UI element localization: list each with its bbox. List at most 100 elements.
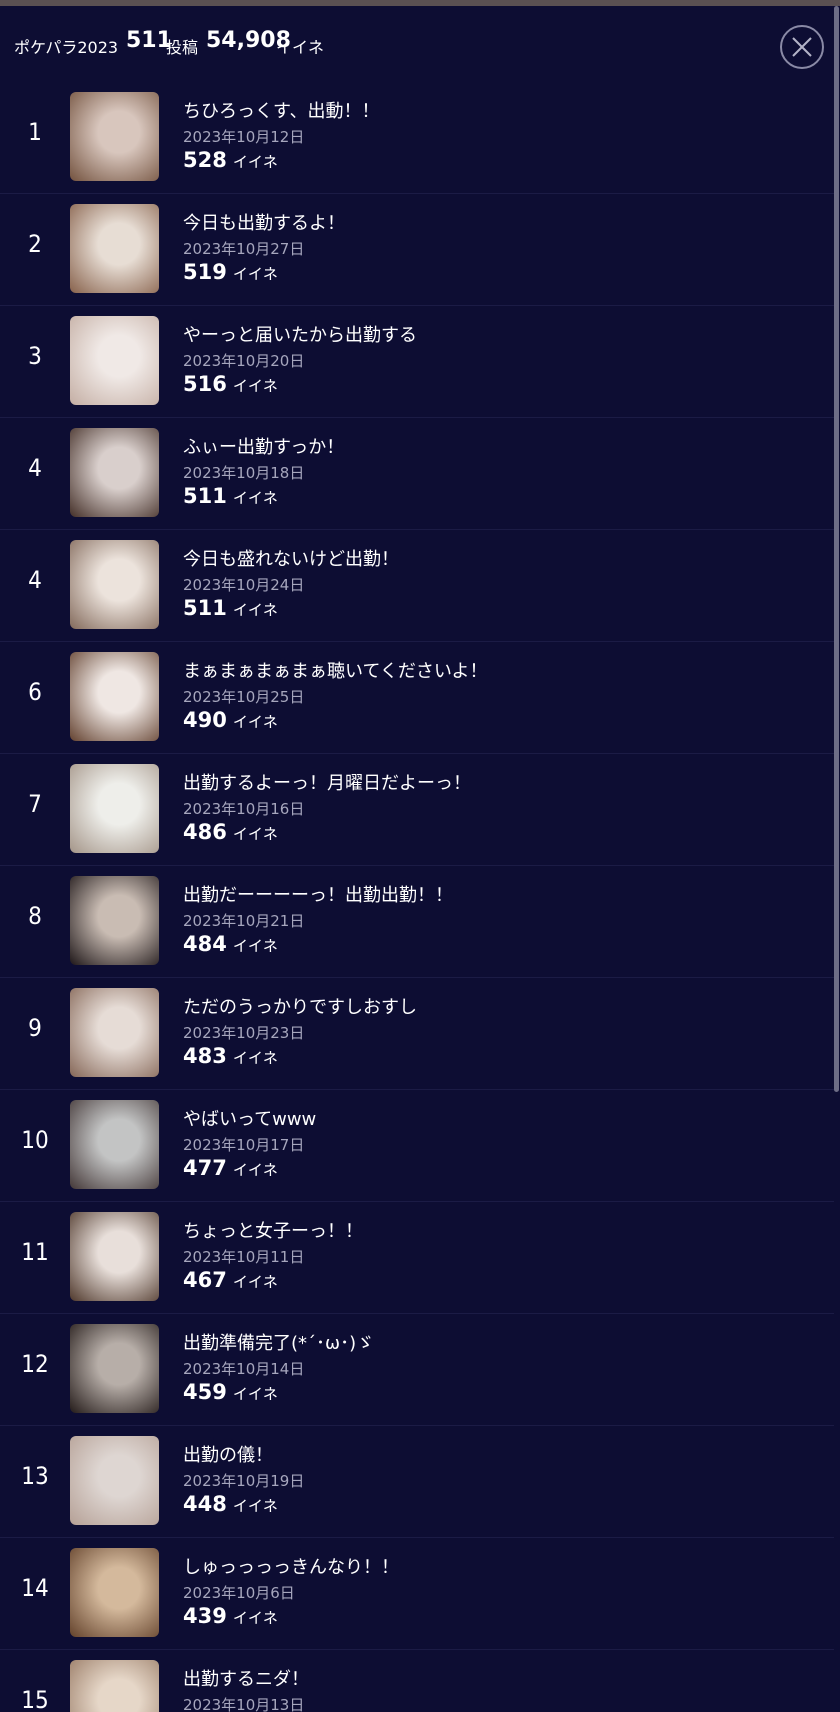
post-date: 2023年10月17日 <box>183 1136 305 1154</box>
likes: 448 イイネ <box>183 1492 278 1516</box>
post-title: まぁまぁまぁまぁ聴いてくださいよ！ <box>183 661 488 682</box>
post-thumbnail[interactable] <box>70 1100 159 1189</box>
likes-unit: イイネ <box>232 153 278 171</box>
likes-count: 483 <box>183 1044 227 1068</box>
post-thumbnail[interactable] <box>70 1212 159 1301</box>
ranking-row[interactable]: 11 ちょっと女子ーっ！！ 2023年10月11日 467 イイネ <box>0 1202 834 1314</box>
rank-number: 10 <box>21 1126 49 1154</box>
ranking-row[interactable]: 15 出勤するニダ！ 2023年10月13日 <box>0 1650 834 1712</box>
post-title: 出勤するよーっ！月曜日だよーっ！ <box>183 773 471 794</box>
ranking-row[interactable]: 3 やーっと届いたから出勤する 2023年10月20日 516 イイネ <box>0 306 834 418</box>
ranking-row[interactable]: 13 出勤の儀！ 2023年10月19日 448 イイネ <box>0 1426 834 1538</box>
likes-unit: イイネ <box>232 1049 278 1067</box>
post-title: ふぃー出勤すっか！ <box>183 437 345 458</box>
likes-unit: イイネ <box>232 1273 278 1291</box>
likes: 490 イイネ <box>183 708 278 732</box>
post-title: ちょっと女子ーっ！！ <box>183 1221 363 1242</box>
likes: 511 イイネ <box>183 596 278 620</box>
likes: 519 イイネ <box>183 260 278 284</box>
post-thumbnail[interactable] <box>70 316 159 405</box>
post-thumbnail[interactable] <box>70 1660 159 1712</box>
ranking-row[interactable]: 6 まぁまぁまぁまぁ聴いてくださいよ！ 2023年10月25日 490 イイネ <box>0 642 834 754</box>
post-thumbnail[interactable] <box>70 428 159 517</box>
likes-count: 519 <box>183 260 227 284</box>
ranking-row[interactable]: 4 ふぃー出勤すっか！ 2023年10月18日 511 イイネ <box>0 418 834 530</box>
scrollbar[interactable] <box>834 6 839 1092</box>
post-thumbnail[interactable] <box>70 540 159 629</box>
rank-number: 14 <box>21 1574 49 1602</box>
rank-number: 4 <box>28 566 42 594</box>
likes: 439 イイネ <box>183 1604 278 1628</box>
post-thumbnail[interactable] <box>70 204 159 293</box>
likes-unit: イイネ <box>232 1609 278 1627</box>
likes-count: 511 <box>183 484 227 508</box>
post-title: 出勤準備完了(*´･ω･)ゞ <box>183 1333 375 1354</box>
ranking-row[interactable]: 2 今日も出勤するよ！ 2023年10月27日 519 イイネ <box>0 194 834 306</box>
likes: 483 イイネ <box>183 1044 278 1068</box>
ranking-list: 1 ちひろっくす、出動！！ 2023年10月12日 528 イイネ 2 今日も出勤… <box>0 82 834 1712</box>
post-thumbnail[interactable] <box>70 1436 159 1525</box>
post-thumbnail[interactable] <box>70 92 159 181</box>
close-button[interactable] <box>780 25 824 69</box>
likes-unit: イイネ <box>232 489 278 507</box>
post-title: ただのうっかりですしおすし <box>183 997 417 1018</box>
post-title: 今日も出勤するよ！ <box>183 213 345 234</box>
likes-count: 477 <box>183 1156 227 1180</box>
ranking-modal: ポケパラ2023 511 投稿 54,908 イイネ 1 ちひろっくす、出動！！… <box>0 0 840 1712</box>
rank-number: 1 <box>28 118 42 146</box>
rank-number: 4 <box>28 454 42 482</box>
ranking-row[interactable]: 9 ただのうっかりですしおすし 2023年10月23日 483 イイネ <box>0 978 834 1090</box>
ranking-row[interactable]: 8 出勤だーーーーっ！出勤出勤！！ 2023年10月21日 484 イイネ <box>0 866 834 978</box>
posts-unit: 投稿 <box>166 38 199 57</box>
likes-count: 439 <box>183 1604 227 1628</box>
likes-count: 528 <box>183 148 227 172</box>
post-title: 出勤の儀！ <box>183 1445 273 1466</box>
likes-count: 516 <box>183 372 227 396</box>
likes-total-unit: イイネ <box>276 38 325 57</box>
ranking-row[interactable]: 1 ちひろっくす、出動！！ 2023年10月12日 528 イイネ <box>0 82 834 194</box>
post-date: 2023年10月25日 <box>183 688 305 706</box>
likes-count: 467 <box>183 1268 227 1292</box>
likes: 486 イイネ <box>183 820 278 844</box>
likes-unit: イイネ <box>232 377 278 395</box>
post-date: 2023年10月19日 <box>183 1472 305 1490</box>
post-date: 2023年10月6日 <box>183 1584 295 1602</box>
post-date: 2023年10月12日 <box>183 128 305 146</box>
likes-count: 511 <box>183 596 227 620</box>
post-thumbnail[interactable] <box>70 988 159 1077</box>
ranking-row[interactable]: 4 今日も盛れないけど出勤！ 2023年10月24日 511 イイネ <box>0 530 834 642</box>
ranking-row[interactable]: 10 やばいってwww 2023年10月17日 477 イイネ <box>0 1090 834 1202</box>
post-title: ちひろっくす、出動！！ <box>183 101 380 122</box>
likes-unit: イイネ <box>232 1161 278 1179</box>
rank-number: 8 <box>28 902 42 930</box>
rank-number: 15 <box>21 1686 49 1712</box>
likes-unit: イイネ <box>232 265 278 283</box>
likes-count: 448 <box>183 1492 227 1516</box>
post-thumbnail[interactable] <box>70 1548 159 1637</box>
post-date: 2023年10月14日 <box>183 1360 305 1378</box>
likes-count: 490 <box>183 708 227 732</box>
ranking-row[interactable]: 7 出勤するよーっ！月曜日だよーっ！ 2023年10月16日 486 イイネ <box>0 754 834 866</box>
post-date: 2023年10月21日 <box>183 912 305 930</box>
likes-count: 486 <box>183 820 227 844</box>
ranking-row[interactable]: 12 出勤準備完了(*´･ω･)ゞ 2023年10月14日 459 イイネ <box>0 1314 834 1426</box>
post-title: 出勤するニダ！ <box>183 1669 309 1690</box>
post-title: やばいってwww <box>183 1109 317 1130</box>
rank-number: 3 <box>28 342 42 370</box>
header: ポケパラ2023 511 投稿 54,908 イイネ <box>0 6 840 82</box>
post-date: 2023年10月13日 <box>183 1696 305 1712</box>
likes: 511 イイネ <box>183 484 278 508</box>
post-title: 今日も盛れないけど出勤！ <box>183 549 399 570</box>
likes-count: 484 <box>183 932 227 956</box>
close-icon <box>792 37 812 57</box>
likes-unit: イイネ <box>232 1385 278 1403</box>
post-thumbnail[interactable] <box>70 876 159 965</box>
post-date: 2023年10月23日 <box>183 1024 305 1042</box>
post-thumbnail[interactable] <box>70 652 159 741</box>
rank-number: 11 <box>21 1238 49 1266</box>
post-thumbnail[interactable] <box>70 1324 159 1413</box>
post-thumbnail[interactable] <box>70 764 159 853</box>
post-date: 2023年10月11日 <box>183 1248 305 1266</box>
post-date: 2023年10月24日 <box>183 576 305 594</box>
ranking-row[interactable]: 14 しゅっっっっきんなり！！ 2023年10月6日 439 イイネ <box>0 1538 834 1650</box>
